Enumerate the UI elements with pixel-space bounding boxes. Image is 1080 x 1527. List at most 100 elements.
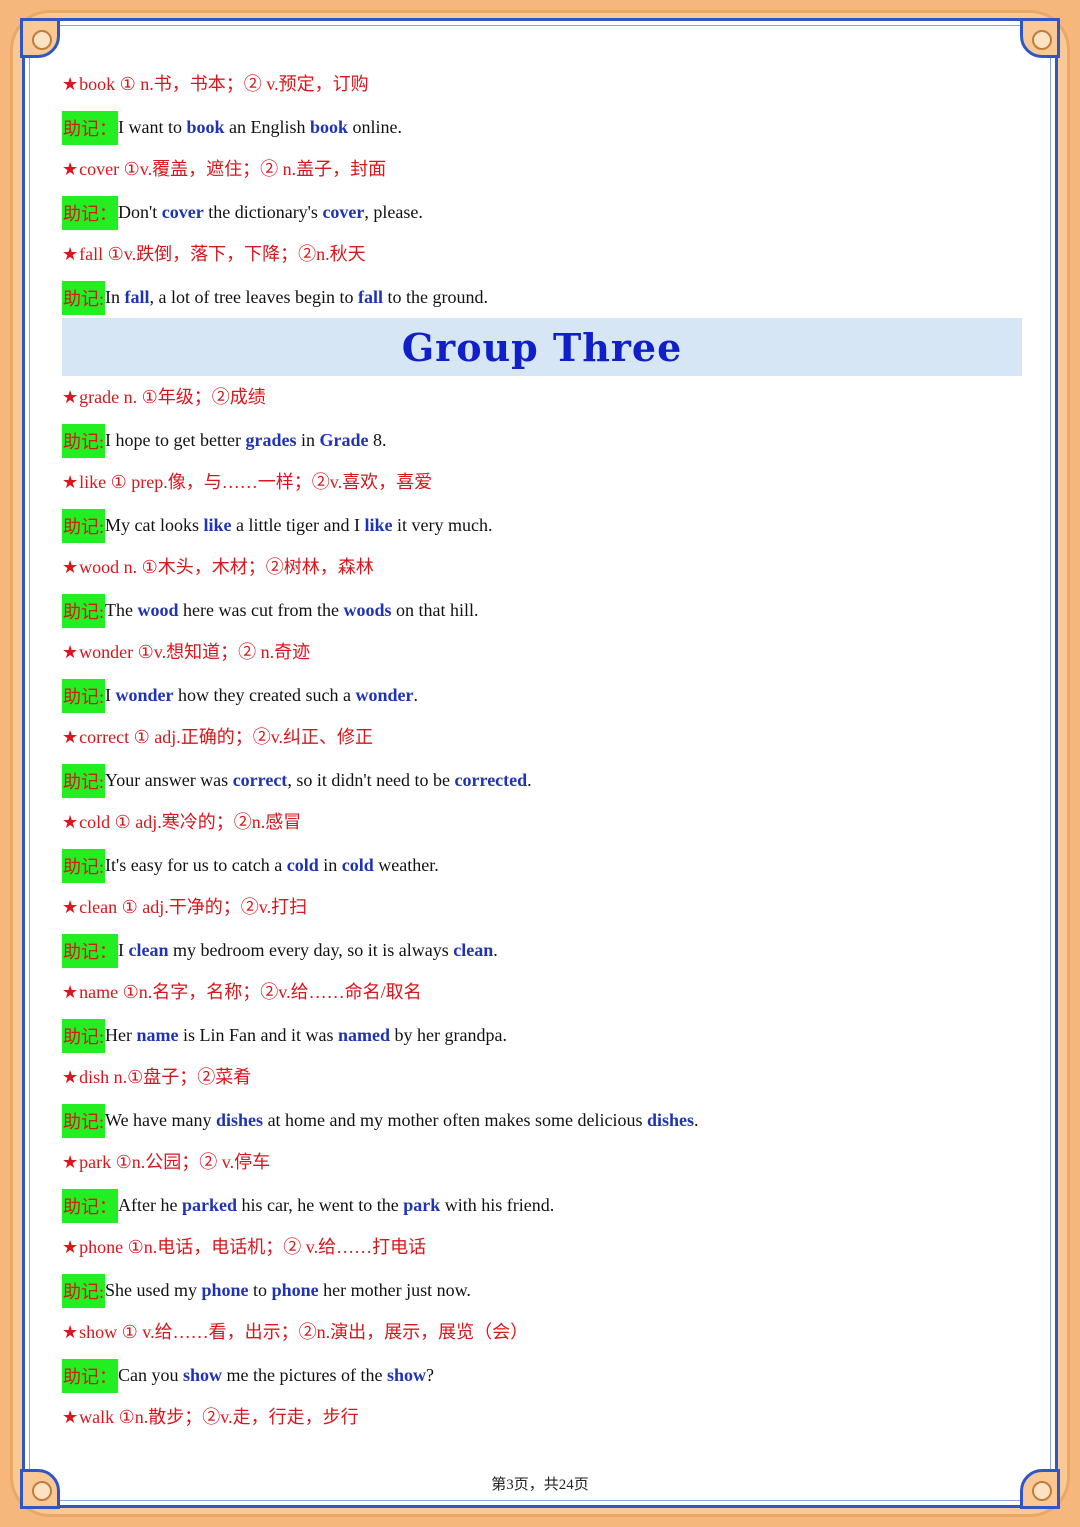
memory-example: 助记:Her name is Lin Fan and it was named … [62,1014,1022,1057]
vocabulary-content: ★book ① n.书，书本；② v.预定，订购 助记：I want to boo… [62,63,1022,1439]
definition-text: show ① v.给……看，出示；②n.演出，展示，展览（会） [79,1322,529,1342]
page-number: 第3页，共24页 [491,1477,589,1493]
example-text: his car, he went to the [236,1194,404,1215]
example-text: her mother just now. [318,1279,471,1300]
vocab-definition: ★like ① prep.像，与……一样；②v.喜欢，喜爱 [62,461,1022,504]
vocabulary-list: ★grade n. ①年级；②成绩 助记:I hope to get better… [62,376,1022,1439]
example-text: . [413,684,418,705]
example-text: In [105,286,125,307]
memo-tag: 助记: [62,424,106,459]
example-text: , so it didn't need to be [287,769,455,790]
star-icon: ★ [62,159,79,179]
star-icon: ★ [62,1152,79,1172]
vocab-definition: ★walk ①n.散步；②v.走，行走，步行 [62,1396,1022,1439]
star-icon: ★ [62,897,79,917]
example-text: to [248,1279,272,1300]
example-text: My cat looks [105,514,204,535]
memo-tag: 助记: [62,1019,106,1054]
vocab-definition: ★phone ①n.电话，电话机；② v.给……打电话 [62,1226,1022,1269]
vocab-definition: ★cold ① adj.寒冷的；②n.感冒 [62,801,1022,844]
keyword: named [338,1024,391,1045]
definition-text: name ①n.名字，名称；②v.给……命名/取名 [79,982,422,1002]
example-text: The [105,599,138,620]
definition-text: fall ①v.跌倒，落下，下降；②n.秋天 [79,244,366,264]
keyword: dishes [646,1109,694,1130]
memory-example: 助记：I want to book an English book online… [62,106,1022,149]
keyword: wonder [355,684,414,705]
definition-text: clean ① adj.干净的；②v.打扫 [79,897,308,917]
star-icon: ★ [62,387,79,407]
memo-tag: 助记: [62,679,106,714]
example-text: We have many [105,1109,217,1130]
keyword: clean [453,939,494,960]
example-text: by her grandpa. [390,1024,507,1045]
example-text: I hope to get better [105,429,246,450]
example-text: , please. [364,201,423,222]
keyword: parked [181,1194,237,1215]
vocab-definition: ★book ① n.书，书本；② v.预定，订购 [62,63,1022,106]
definition-text: phone ①n.电话，电话机；② v.给……打电话 [79,1237,427,1257]
example-text: 8. [368,429,387,450]
definition-text: grade n. ①年级；②成绩 [79,387,266,407]
vocab-definition: ★correct ① adj.正确的；②v.纠正、修正 [62,716,1022,759]
keyword: wood [137,599,179,620]
example-text: , a lot of tree leaves begin to [149,286,358,307]
star-icon: ★ [62,1237,79,1257]
keyword: fall [124,286,150,307]
star-icon: ★ [62,1067,79,1087]
example-text: at home and my mother often makes some d… [263,1109,647,1130]
keyword: Grade [319,429,369,450]
star-icon: ★ [62,1322,79,1342]
definition-text: like ① prep.像，与……一样；②v.喜欢，喜爱 [79,472,433,492]
memo-tag: 助记： [62,1359,118,1394]
vocab-definition: ★grade n. ①年级；②成绩 [62,376,1022,419]
keyword: corrected [454,769,528,790]
keyword: cover [161,201,204,222]
keyword: dishes [216,1109,264,1130]
section-title: Group Three [401,324,683,370]
vocab-definition: ★wood n. ①木头，木材；②树林，森林 [62,546,1022,589]
memo-tag: 助记： [62,111,118,146]
memory-example: 助记:I hope to get better grades in Grade … [62,419,1022,462]
example-text: how they created such a [173,684,356,705]
definition-text: wood n. ①木头，木材；②树林，森林 [79,557,374,577]
example-text: a little tiger and I [231,514,365,535]
vocab-definition: ★name ①n.名字，名称；②v.给……命名/取名 [62,971,1022,1014]
definition-text: park ①n.公园；② v.停车 [79,1152,271,1172]
example-text: here was cut from the [178,599,344,620]
example-text: an English [224,116,311,137]
example-text: . [527,769,532,790]
star-icon: ★ [62,244,79,264]
memo-tag: 助记: [62,594,106,629]
keyword: show [183,1364,223,1385]
example-text: to the ground. [382,286,488,307]
definition-text: cover ①v.覆盖，遮住；② n.盖子，封面 [79,159,387,179]
vocab-definition: ★dish n.①盘子；②菜肴 [62,1056,1022,1099]
keyword: correct [232,769,288,790]
example-text: it very much. [392,514,493,535]
memory-example: 助记:The wood here was cut from the woods … [62,589,1022,632]
definition-text: correct ① adj.正确的；②v.纠正、修正 [79,727,374,747]
example-text: online. [348,116,403,137]
star-icon: ★ [62,1407,79,1427]
keyword: phone [271,1279,319,1300]
definition-text: wonder ①v.想知道；② n.奇迹 [79,642,311,662]
keyword: park [403,1194,441,1215]
vocab-definition: ★park ①n.公园；② v.停车 [62,1141,1022,1184]
definition-text: dish n.①盘子；②菜肴 [79,1067,252,1087]
memory-example: 助记：Don't cover the dictionary's cover, p… [62,191,1022,234]
example-text: Her [105,1024,137,1045]
keyword: grades [245,429,297,450]
keyword: wonder [115,684,174,705]
keyword: like [364,514,393,535]
memo-tag: 助记: [62,281,106,316]
example-text: I [118,939,129,960]
memory-example: 助记:It's easy for us to catch a cold in c… [62,844,1022,887]
example-text: She used my [105,1279,202,1300]
keyword: phone [201,1279,249,1300]
memo-tag: 助记: [62,509,106,544]
star-icon: ★ [62,472,79,492]
example-text: ? [425,1364,434,1385]
star-icon: ★ [62,642,79,662]
keyword: like [203,514,232,535]
